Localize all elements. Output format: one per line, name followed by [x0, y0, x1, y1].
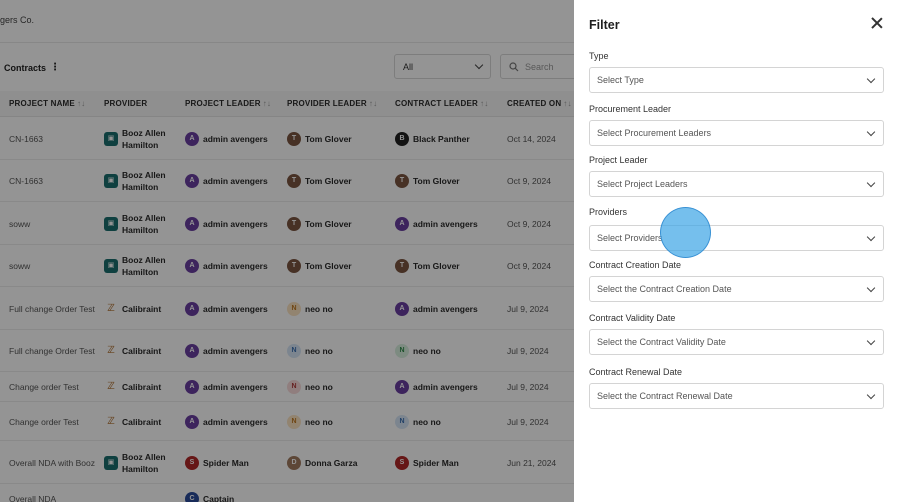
filter-label: Contract Creation Date — [589, 260, 682, 270]
click-indicator — [660, 207, 711, 258]
filter-placeholder: Select Type — [597, 75, 644, 85]
chevron-down-icon — [866, 74, 876, 83]
close-icon[interactable] — [870, 16, 884, 30]
chevron-down-icon — [866, 283, 876, 292]
filter-title: Filter — [589, 18, 620, 32]
filter-placeholder: Select the Contract Validity Date — [597, 337, 726, 347]
filter-drawer: Filter Type Select Type Procurement Leader… — [574, 0, 900, 502]
chevron-down-icon — [866, 390, 876, 399]
filter-label: Type — [589, 51, 609, 61]
filter-select-project-leader[interactable]: Select Project Leaders — [589, 171, 884, 197]
chevron-down-icon — [866, 127, 876, 136]
filter-select-procurement-leader[interactable]: Select Procurement Leaders — [589, 120, 884, 146]
chevron-down-icon — [866, 178, 876, 187]
filter-label: Project Leader — [589, 155, 648, 165]
chevron-down-icon — [866, 336, 876, 345]
filter-placeholder: Select the Contract Renewal Date — [597, 391, 733, 401]
filter-select-providers[interactable]: Select Providers — [589, 225, 884, 251]
filter-placeholder: Select Project Leaders — [597, 179, 688, 189]
filter-placeholder: Select the Contract Creation Date — [597, 284, 732, 294]
filter-select-type[interactable]: Select Type — [589, 67, 884, 93]
filter-label: Providers — [589, 207, 628, 217]
filter-label: Procurement Leader — [589, 104, 672, 114]
filter-select-contract-renewal-date[interactable]: Select the Contract Renewal Date — [589, 383, 884, 409]
chevron-down-icon — [866, 232, 876, 241]
filter-placeholder: Select Procurement Leaders — [597, 128, 712, 138]
filter-label: Contract Validity Date — [589, 313, 676, 323]
filter-select-contract-validity-date[interactable]: Select the Contract Validity Date — [589, 329, 884, 355]
modal-overlay[interactable] — [0, 0, 574, 502]
filter-placeholder: Select Providers — [597, 233, 663, 243]
filter-label: Contract Renewal Date — [589, 367, 683, 377]
filter-select-contract-creation-date[interactable]: Select the Contract Creation Date — [589, 276, 884, 302]
